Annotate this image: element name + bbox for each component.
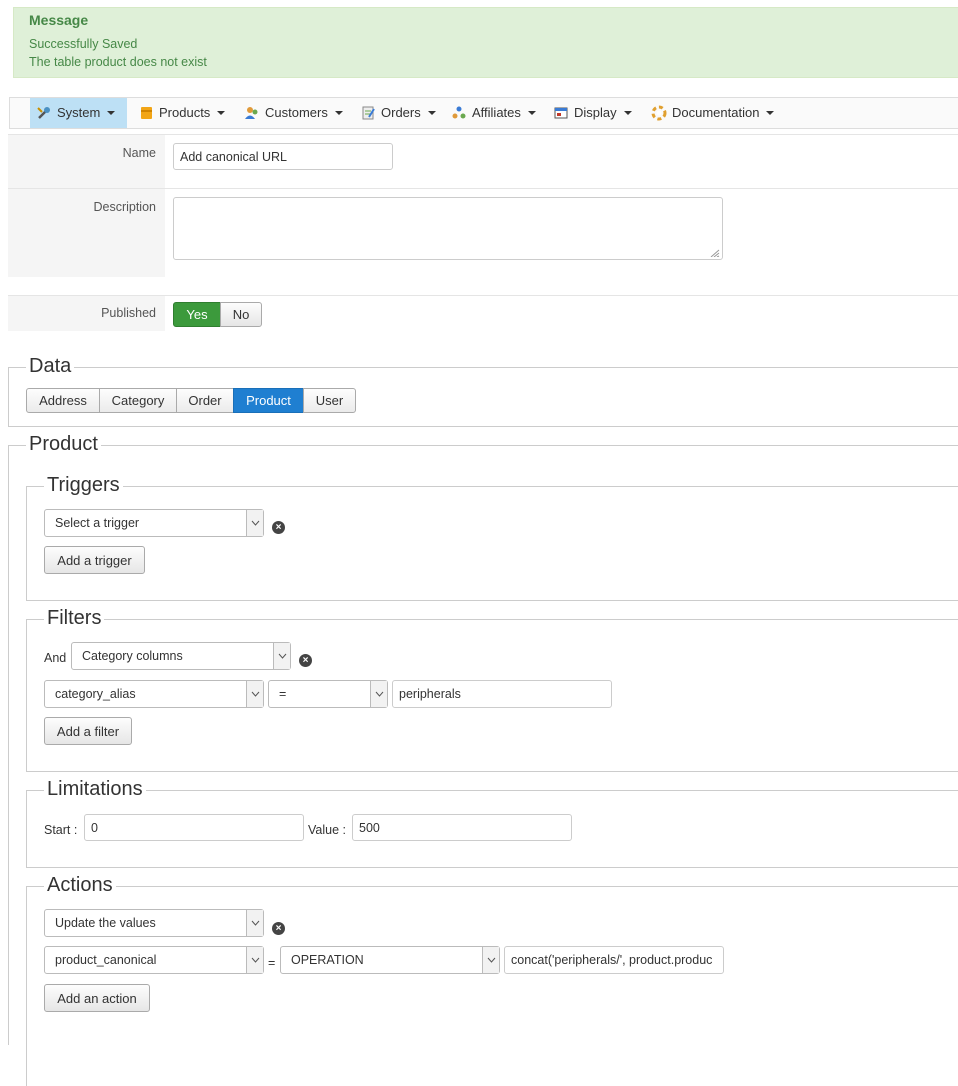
menu-documentation-label: Documentation: [672, 105, 760, 120]
chevron-down-icon: [246, 910, 263, 936]
triggers-legend: Triggers: [44, 474, 123, 497]
chevron-down-icon: [107, 111, 116, 115]
add-trigger-button[interactable]: Add a trigger: [44, 546, 145, 574]
description-label: Description: [8, 188, 165, 277]
menu-display-label: Display: [574, 105, 617, 120]
main-menu: System Products Customers Orders Affilia…: [9, 97, 958, 129]
menu-customers-label: Customers: [265, 105, 328, 120]
action-expression-input[interactable]: concat('peripherals/', product.produc: [504, 946, 724, 974]
success-message: Message Successfully Saved The table pro…: [13, 7, 958, 78]
remove-filter-icon[interactable]: ×: [299, 654, 312, 667]
start-label: Start :: [44, 823, 78, 837]
filter-operator-select-value: =: [279, 687, 287, 701]
add-action-button[interactable]: Add an action: [44, 984, 150, 1012]
filter-value-input[interactable]: peripherals: [392, 680, 612, 708]
message-line-saved: Successfully Saved: [29, 37, 138, 51]
chevron-down-icon: [246, 947, 263, 973]
box-icon: [138, 105, 154, 121]
remove-action-icon[interactable]: ×: [272, 922, 285, 935]
action-column-select-value: product_canonical: [55, 953, 157, 967]
chevron-down-icon: [246, 510, 263, 536]
row-divider: [165, 134, 958, 135]
menu-affiliates[interactable]: Affiliates: [445, 98, 542, 128]
name-input[interactable]: Add canonical URL: [173, 143, 393, 170]
action-operation-select[interactable]: OPERATION: [280, 946, 500, 974]
message-line-table-missing: The table product does not exist: [29, 55, 207, 69]
menu-documentation[interactable]: Documentation: [645, 98, 780, 128]
chevron-down-icon: [427, 111, 436, 115]
menu-orders-label: Orders: [381, 105, 421, 120]
data-legend: Data: [26, 355, 75, 378]
tab-product[interactable]: Product: [233, 388, 304, 413]
message-title: Message: [29, 12, 89, 28]
product-legend: Product: [26, 433, 101, 456]
chevron-down-icon: [766, 111, 775, 115]
row-divider: [165, 295, 958, 296]
chevron-down-icon: [334, 111, 343, 115]
trigger-select-value: Select a trigger: [55, 516, 140, 530]
remove-trigger-icon[interactable]: ×: [272, 521, 285, 534]
menu-affiliates-label: Affiliates: [472, 105, 521, 120]
chevron-down-icon: [273, 643, 290, 669]
filters-legend: Filters: [44, 607, 105, 630]
chevron-down-icon: [370, 681, 387, 707]
customers-icon: [244, 105, 260, 121]
tab-user[interactable]: User: [303, 388, 356, 413]
tab-category[interactable]: Category: [99, 388, 177, 413]
menu-products[interactable]: Products: [132, 98, 231, 128]
chevron-down-icon: [246, 681, 263, 707]
filter-column-select[interactable]: category_alias: [44, 680, 264, 708]
start-input[interactable]: 0: [84, 814, 304, 841]
limitations-legend: Limitations: [44, 778, 146, 801]
filter-group-select[interactable]: Category columns: [71, 642, 291, 670]
menu-system-label: System: [57, 105, 101, 120]
triggers-fieldset: [26, 486, 958, 601]
chevron-down-icon: [623, 111, 632, 115]
filter-operator-select[interactable]: =: [268, 680, 388, 708]
published-label: Published: [8, 295, 165, 331]
action-operation-select-value: OPERATION: [291, 953, 364, 967]
lifebuoy-icon: [651, 105, 667, 121]
row-divider: [165, 188, 958, 189]
action-equals-label: =: [268, 956, 276, 970]
trigger-select[interactable]: Select a trigger: [44, 509, 264, 537]
menu-system[interactable]: System: [30, 98, 127, 128]
actions-legend: Actions: [44, 874, 116, 897]
add-filter-button[interactable]: Add a filter: [44, 717, 132, 745]
menu-products-label: Products: [159, 105, 211, 120]
chevron-down-icon: [482, 947, 499, 973]
published-no-button[interactable]: No: [220, 302, 262, 327]
display-icon: [553, 105, 569, 121]
tab-order[interactable]: Order: [176, 388, 234, 413]
chevron-down-icon: [217, 111, 226, 115]
affiliates-icon: [451, 105, 467, 121]
action-type-select-value: Update the values: [55, 916, 156, 930]
orders-icon: [360, 105, 376, 121]
resize-handle-icon[interactable]: [710, 249, 720, 257]
menu-customers[interactable]: Customers: [238, 98, 349, 128]
filter-column-select-value: category_alias: [55, 687, 136, 701]
value-input[interactable]: 500: [352, 814, 572, 841]
menu-display[interactable]: Display: [547, 98, 638, 128]
value-label: Value :: [308, 823, 346, 837]
tab-address[interactable]: Address: [26, 388, 100, 413]
description-textarea[interactable]: [173, 197, 723, 260]
published-yes-button[interactable]: Yes: [173, 302, 221, 327]
filter-and-label: And: [44, 651, 67, 665]
menu-orders[interactable]: Orders: [354, 98, 442, 128]
filter-group-select-value: Category columns: [82, 649, 183, 663]
name-label: Name: [8, 134, 165, 189]
chevron-down-icon: [527, 111, 536, 115]
action-column-select[interactable]: product_canonical: [44, 946, 264, 974]
action-type-select[interactable]: Update the values: [44, 909, 264, 937]
wrench-icon: [36, 105, 52, 121]
